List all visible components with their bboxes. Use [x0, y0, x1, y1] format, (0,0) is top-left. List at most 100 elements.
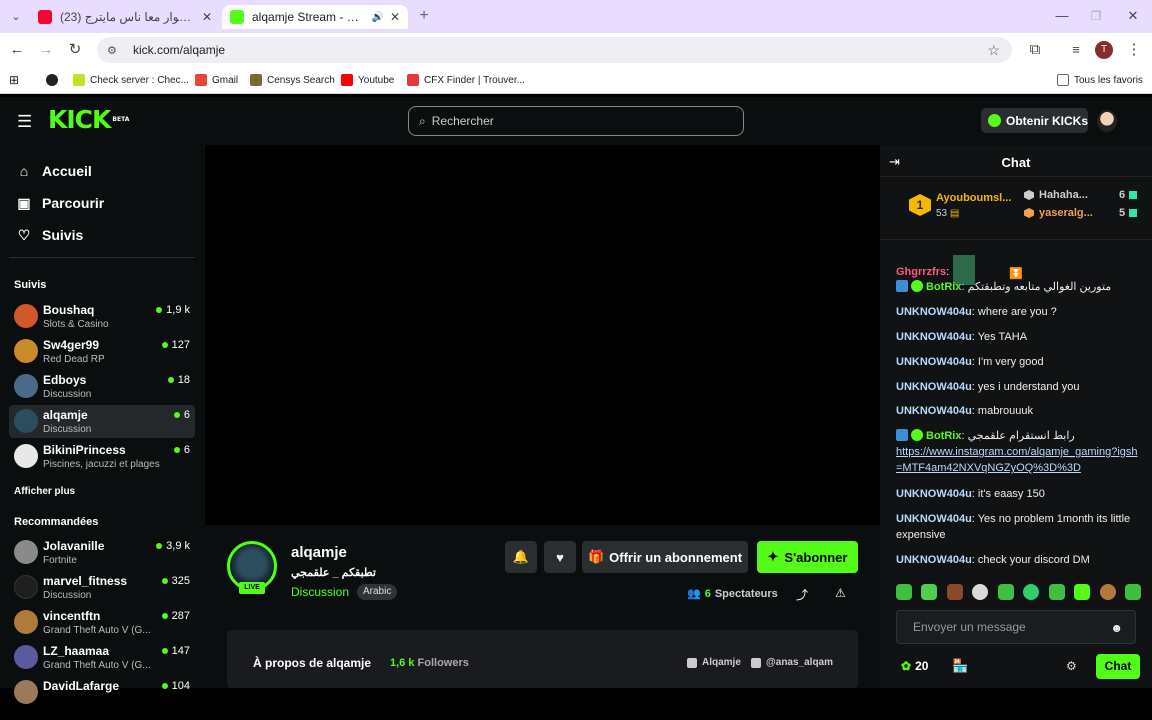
nav-following[interactable]: ♡ Suivis	[16, 225, 84, 245]
chat-message: UNKNOW404u: where are you ?	[896, 306, 1057, 318]
close-tab-icon[interactable]: ✕	[384, 10, 400, 24]
chat-username[interactable]: UNKNOW404u	[896, 405, 972, 417]
chat-username[interactable]: BotRix	[926, 430, 961, 442]
bookmark-check-server[interactable]: Check server : Chec...	[73, 72, 189, 88]
address-bar[interactable]: ⚙ kick.com/alqamje ☆	[97, 37, 1012, 63]
emote-icon[interactable]	[997, 584, 1014, 600]
chat-settings-icon[interactable]: ⚙	[1066, 659, 1077, 673]
site-info-icon[interactable]: ⚙	[107, 44, 125, 57]
subscribe-button[interactable]: ✦ S'abonner	[757, 541, 858, 573]
user-avatar[interactable]	[1097, 110, 1117, 132]
media-controls-icon[interactable]: ≡	[1066, 40, 1086, 60]
chat-link[interactable]: https://www.instagram.com/alqamje_gaming…	[896, 446, 1138, 474]
chat-username[interactable]: Ghgrrzfrs	[896, 266, 946, 278]
top-gifter-name[interactable]: Ayouboumsl...	[936, 192, 1018, 204]
bookmark-star-icon[interactable]: ☆	[987, 42, 1000, 59]
emote-icon[interactable]	[921, 584, 938, 600]
followed-channel[interactable]: Sw4ger99 Red Dead RP 127	[9, 335, 195, 368]
report-warning-icon[interactable]: ⚠	[835, 586, 846, 600]
bookmark-gmail[interactable]: Gmail	[195, 72, 238, 88]
viewer-count-text: 3,9 k	[166, 540, 190, 552]
emote-icon[interactable]	[972, 584, 989, 600]
recommended-channel[interactable]: Jolavanille Fortnite 3,9 k	[9, 536, 195, 569]
send-chat-button[interactable]: Chat	[1096, 654, 1140, 679]
chat-username[interactable]: UNKNOW404u	[896, 488, 972, 500]
followed-channel-active[interactable]: alqamje Discussion 6	[9, 405, 195, 438]
forward-icon[interactable]: →	[36, 40, 56, 60]
restore-icon[interactable]: ❐	[1086, 6, 1106, 26]
browser-tab-kick[interactable]: alqamje Stream - Watch Live 🔊 ✕	[222, 5, 408, 29]
minimize-icon[interactable]: —	[1052, 6, 1072, 26]
bookmark-censys[interactable]: Censys Search	[250, 72, 335, 88]
gift-subscription-button[interactable]: 🎁 Offrir un abonnement	[582, 541, 748, 573]
chat-username[interactable]: UNKNOW404u	[896, 381, 972, 393]
back-icon[interactable]: ←	[7, 40, 27, 60]
share-icon[interactable]: ⤴	[796, 586, 808, 603]
extensions-icon[interactable]: ⧉	[1025, 40, 1045, 60]
reload-icon[interactable]: ↻	[65, 40, 85, 60]
chat-username[interactable]: UNKNOW404u	[896, 554, 972, 566]
apps-icon[interactable]: ⊞	[9, 72, 19, 88]
channel-points[interactable]: ✿ 20	[901, 659, 928, 673]
speaker-icon[interactable]: 🔊	[371, 12, 383, 23]
emote-icon[interactable]	[1124, 584, 1141, 600]
recommended-channel[interactable]: LZ_haamaa Grand Theft Auto V (G... 147	[9, 641, 195, 674]
get-kicks-button[interactable]: Obtenir KICKs	[981, 108, 1088, 133]
followed-heading: Suivis	[14, 279, 47, 291]
tab-search-icon[interactable]: ⌄	[6, 7, 26, 27]
notification-bell-button[interactable]: 🔔	[505, 541, 537, 573]
bookmark-chromium[interactable]	[46, 72, 63, 88]
profile-avatar-icon[interactable]: T	[1095, 41, 1113, 59]
chat-message: UNKNOW404u: yes i understand you	[896, 381, 1080, 393]
emote-icon[interactable]	[1023, 584, 1040, 600]
close-tab-icon[interactable]: ✕	[196, 10, 212, 24]
language-tag[interactable]: Arabic	[357, 584, 398, 600]
chat-username[interactable]: BotRix	[926, 281, 961, 293]
recommended-channel[interactable]: marvel_fitness Discussion 325	[9, 571, 195, 604]
store-icon[interactable]: 🏪	[952, 658, 968, 674]
show-more-link[interactable]: Afficher plus	[14, 486, 75, 497]
search-placeholder: Rechercher	[431, 114, 494, 128]
followers-label: Followers	[417, 657, 469, 669]
video-player[interactable]	[205, 145, 880, 525]
new-tab-button[interactable]: +	[414, 6, 434, 26]
viewer-count-text: 6	[183, 409, 190, 421]
leaderboard-row[interactable]: Hahaha... 6	[1024, 189, 1148, 201]
points-text: 20	[915, 659, 929, 673]
facebook-link[interactable]: Alqamje	[687, 657, 741, 668]
hamburger-menu-icon[interactable]: ☰	[17, 112, 32, 132]
chat-username[interactable]: UNKNOW404u	[896, 513, 972, 525]
stream-category[interactable]: Discussion	[291, 585, 349, 599]
bookmark-cfx-finder[interactable]: CFX Finder | Trouver...	[407, 72, 525, 88]
viewer-count-text: 104	[171, 680, 190, 692]
chat-username[interactable]: UNKNOW404u	[896, 306, 972, 318]
kick-logo[interactable]: KICK BETA	[48, 107, 129, 132]
nav-browse[interactable]: ▣ Parcourir	[16, 193, 104, 213]
chat-message-input[interactable]: Envoyer un message ☻	[896, 610, 1136, 644]
emote-icon[interactable]	[946, 584, 963, 600]
browser-tab-youtube[interactable]: (23) داخل ف حوار معا ناس مايترج ✕	[30, 5, 220, 29]
chat-username[interactable]: UNKNOW404u	[896, 331, 972, 343]
stream-info: LIVE alqamje تطبقكم _ علقمجي Discussion …	[205, 525, 880, 688]
emoji-picker-icon[interactable]: ☻	[1110, 621, 1123, 635]
all-bookmarks[interactable]: Tous les favoris	[1057, 72, 1143, 88]
streamer-name[interactable]: alqamje	[291, 544, 347, 561]
recommended-channel[interactable]: DavidLafarge 104	[9, 676, 195, 709]
emote-icon[interactable]	[1099, 584, 1116, 600]
follow-heart-button[interactable]: ♥	[544, 541, 576, 573]
nav-home[interactable]: ⌂ Accueil	[16, 161, 92, 181]
followed-channel[interactable]: BikiniPrincess Piscines, jacuzzi et plag…	[9, 440, 195, 473]
followed-channel[interactable]: Edboys Discussion 18	[9, 370, 195, 403]
emote-icon[interactable]	[1074, 584, 1091, 600]
emote-icon[interactable]	[896, 584, 912, 600]
bookmark-youtube[interactable]: Youtube	[341, 72, 394, 88]
close-window-icon[interactable]: ✕	[1123, 6, 1143, 26]
chat-username[interactable]: UNKNOW404u	[896, 356, 972, 368]
leaderboard-row[interactable]: yaseralg... 5	[1024, 207, 1148, 219]
followed-channel[interactable]: Boushaq Slots & Casino 1,9 k	[9, 300, 195, 333]
browser-menu-icon[interactable]: ⋮	[1124, 40, 1144, 60]
recommended-channel[interactable]: vincentftn Grand Theft Auto V (G... 287	[9, 606, 195, 639]
emote-icon[interactable]	[1048, 584, 1065, 600]
search-input[interactable]: ⌕ Rechercher	[408, 106, 744, 136]
youtube-link[interactable]: @anas_alqam	[751, 657, 833, 668]
